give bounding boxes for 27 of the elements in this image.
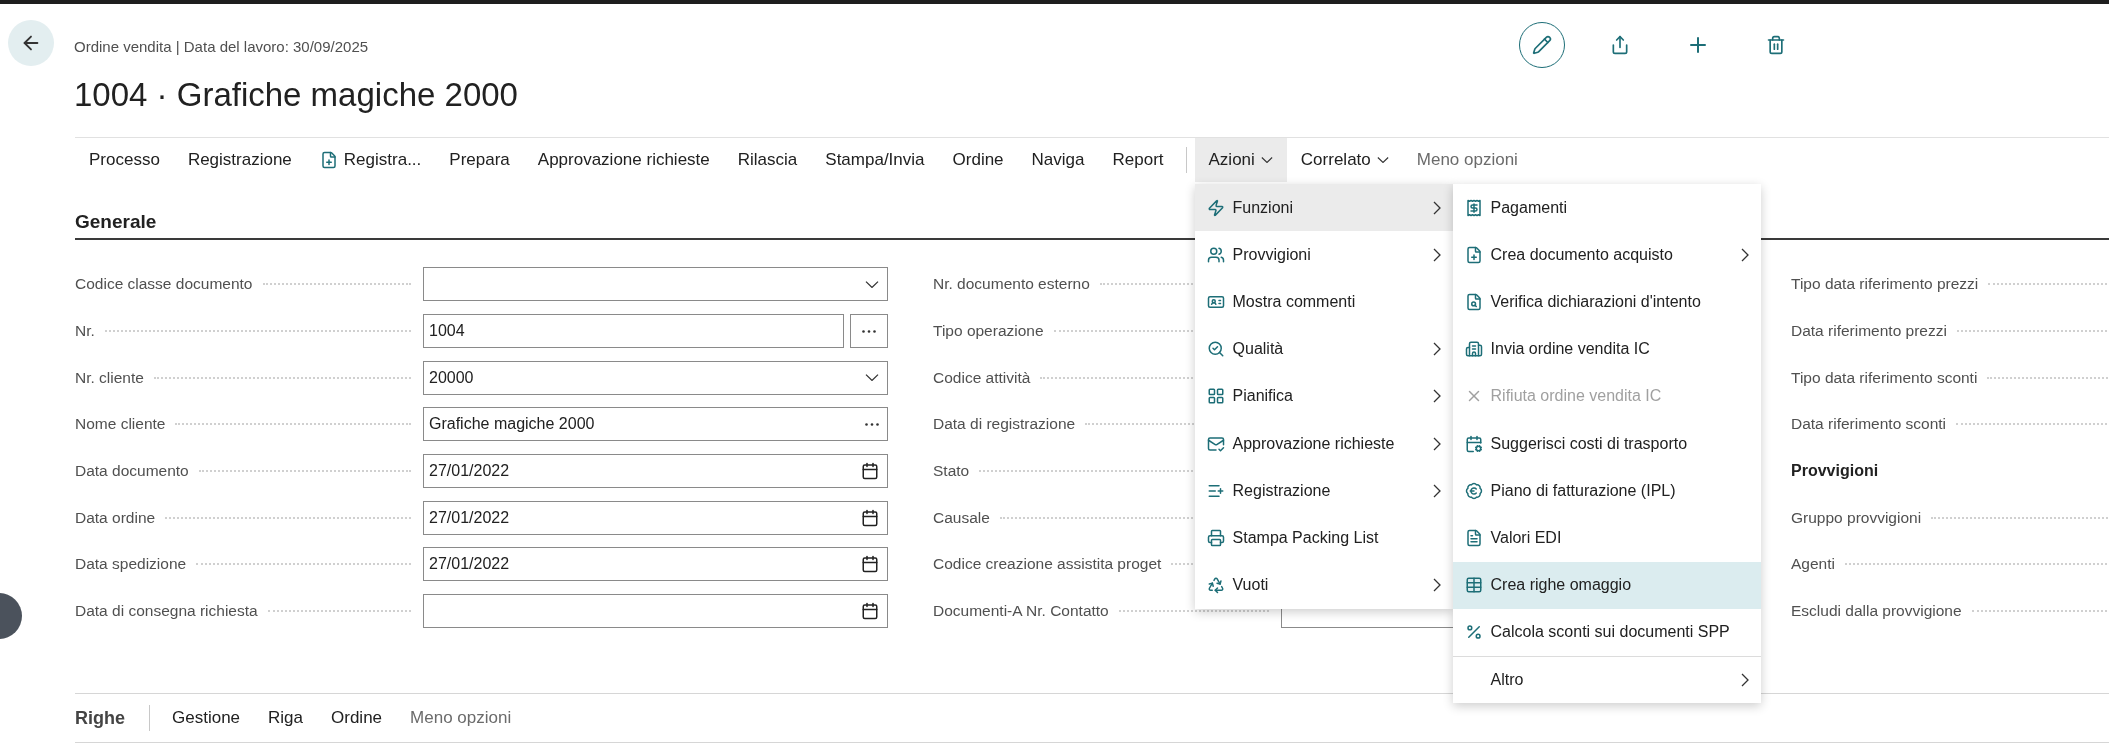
group-heading: Provvigioni bbox=[1791, 462, 1879, 481]
field-label: Data ordine bbox=[75, 508, 156, 527]
page-title: 1004 · Grafiche magiche 2000 bbox=[74, 75, 518, 115]
field-label: Data riferimento sconti bbox=[1791, 415, 1947, 434]
field-label: Codice classe documento bbox=[75, 275, 253, 294]
field-label: Nr. documento esterno bbox=[933, 275, 1090, 294]
field-label: Escludi dalla provvigione bbox=[1791, 602, 1962, 621]
field-label: Data di consegna richiesta bbox=[75, 602, 258, 621]
field-label: Codice attività bbox=[933, 368, 1031, 387]
field-label: Data di registrazione bbox=[933, 415, 1076, 434]
field-label: Tipo data riferimento prezzi bbox=[1791, 275, 1979, 294]
field-label: Agenti bbox=[1791, 555, 1835, 574]
field-label: Nome cliente bbox=[75, 415, 166, 434]
field-label: Data documento bbox=[75, 462, 189, 481]
breadcrumb: Ordine vendita | Data del lavoro: 30/09/2025 bbox=[74, 37, 370, 57]
field-label: Tipo operazione bbox=[933, 322, 1044, 341]
field-label: Stato bbox=[933, 462, 970, 481]
field-label: Data spedizione bbox=[75, 555, 187, 574]
field-label: Nr. cliente bbox=[75, 368, 144, 387]
field-label: Tipo data riferimento sconti bbox=[1791, 368, 1978, 387]
field-label: Gruppo provvigioni bbox=[1791, 508, 1922, 527]
field-label: Documenti-A Nr. Contatto bbox=[933, 602, 1109, 621]
field-label: Codice creazione assistita proget bbox=[933, 555, 1162, 574]
field-label: Causale bbox=[933, 508, 990, 527]
field-label: Data riferimento prezzi bbox=[1791, 322, 1947, 341]
field-label: Nr. bbox=[75, 322, 95, 341]
section-title: Righe bbox=[75, 707, 126, 729]
